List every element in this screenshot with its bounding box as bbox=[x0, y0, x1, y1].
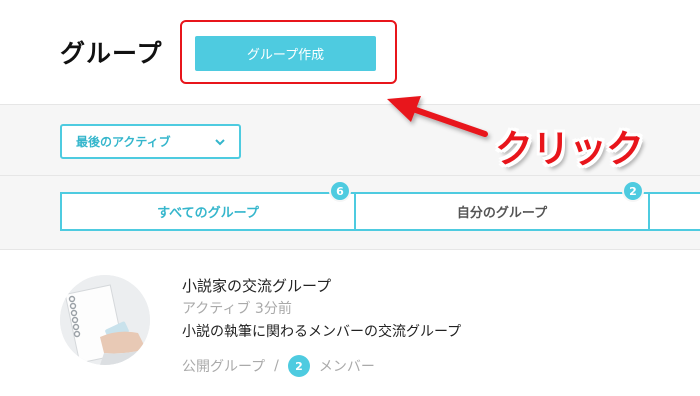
member-label[interactable]: メンバー bbox=[319, 356, 375, 376]
group-description: 小説の執筆に関わるメンバーの交流グループ bbox=[182, 324, 462, 340]
tab-all-groups[interactable]: すべてのグループ bbox=[60, 192, 356, 231]
group-avatar bbox=[60, 275, 150, 365]
tab-label: すべてのグループ bbox=[157, 206, 259, 221]
notebook-image bbox=[60, 275, 150, 365]
group-activity: アクティブ 3分前 bbox=[182, 301, 292, 317]
page-header: グループ グループ作成 bbox=[0, 0, 700, 104]
sort-dropdown[interactable]: 最後のアクティブ bbox=[60, 124, 241, 159]
arrow-icon bbox=[387, 96, 488, 137]
highlight-box bbox=[180, 20, 397, 84]
list-item[interactable]: 小説家の交流グループ アクティブ 3分前 小説の執筆に関わるメンバーの交流グルー… bbox=[0, 251, 700, 396]
tab-my-groups[interactable]: 自分のグループ bbox=[354, 192, 650, 231]
chevron-down-icon bbox=[215, 138, 225, 145]
tab-more[interactable] bbox=[648, 192, 700, 231]
group-name[interactable]: 小説家の交流グループ bbox=[182, 275, 331, 296]
group-visibility: 公開グループ bbox=[182, 359, 266, 375]
page-title: グループ bbox=[60, 39, 163, 68]
tab-label: 自分のグループ bbox=[456, 206, 548, 221]
tab-bar: すべてのグループ 自分のグループ 6 2 bbox=[0, 176, 700, 250]
group-meta: 公開グループ / 2 メンバー bbox=[182, 355, 375, 377]
sort-dropdown-value: 最後のアクティブ bbox=[76, 135, 171, 149]
meta-separator: / bbox=[274, 358, 279, 374]
click-annotation: クリック bbox=[495, 127, 644, 171]
count-badge: 2 bbox=[622, 180, 644, 202]
count-badge: 6 bbox=[329, 180, 351, 202]
member-count-badge: 2 bbox=[287, 355, 310, 377]
